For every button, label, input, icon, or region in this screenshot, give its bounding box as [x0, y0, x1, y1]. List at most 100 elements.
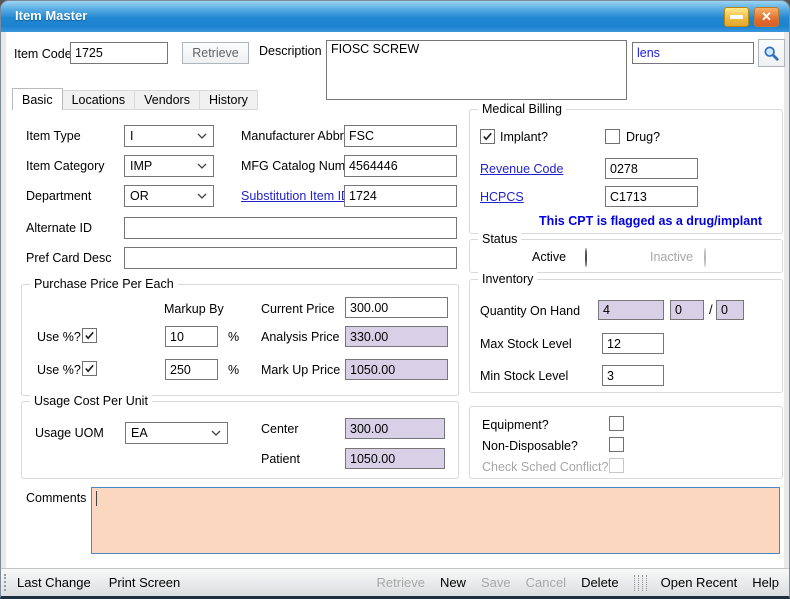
status-group: Status Active Inactive	[469, 239, 783, 273]
implant-checkbox[interactable]	[480, 129, 495, 144]
description-textarea[interactable]: FIOSC SCREW	[326, 40, 627, 100]
titlebar[interactable]: Item Master ✕	[1, 1, 789, 32]
item-category-select[interactable]: IMP	[124, 155, 214, 177]
max-stock-level-label: Max Stock Level	[480, 337, 572, 351]
item-code-label: Item Code	[14, 47, 72, 61]
help-button[interactable]: Help	[752, 575, 779, 590]
magnifier-icon	[763, 45, 780, 62]
equipment-checkbox[interactable]	[609, 416, 624, 431]
tab-strip: Basic Locations Vendors History	[12, 88, 258, 110]
search-input[interactable]	[632, 42, 754, 64]
department-select[interactable]: OR	[124, 185, 214, 207]
chevron-down-icon	[197, 193, 207, 199]
separator-grip	[634, 575, 646, 591]
purchase-price-group: Purchase Price Per Each Markup By Curren…	[21, 284, 459, 396]
patient-label: Patient	[261, 452, 300, 466]
min-stock-level-label: Min Stock Level	[480, 369, 568, 383]
item-type-select[interactable]: I	[124, 125, 214, 147]
item-master-window: Item Master ✕ Item Code Retrieve Descrip…	[0, 0, 790, 599]
drug-checkbox[interactable]	[605, 129, 620, 144]
retrieve-button[interactable]: Retrieve	[182, 42, 249, 64]
statusbar-right: Retrieve New Save Cancel Delete Open Rec…	[377, 575, 789, 591]
open-recent-button[interactable]: Open Recent	[661, 575, 738, 590]
tab-basic[interactable]: Basic	[12, 88, 63, 110]
purchase-price-title: Purchase Price Per Each	[30, 277, 178, 291]
current-price-input[interactable]	[345, 297, 448, 318]
last-change-button[interactable]: Last Change	[17, 575, 91, 590]
delete-button[interactable]: Delete	[581, 575, 619, 590]
status-active-radio[interactable]	[585, 248, 587, 267]
manufacturer-abbrev-label: Manufacturer Abbrev	[241, 129, 357, 143]
patient-cost-field	[345, 448, 445, 469]
min-stock-level-input[interactable]	[602, 365, 664, 386]
quantity-alt-field-1	[670, 300, 704, 320]
inventory-title: Inventory	[478, 272, 537, 286]
alternate-id-label: Alternate ID	[26, 221, 92, 235]
mark-up-price-field	[345, 359, 448, 380]
revenue-code-input[interactable]	[605, 158, 698, 179]
cpt-flag-message: This CPT is flagged as a drug/implant	[539, 214, 762, 228]
use-percent-label-2: Use %?	[37, 363, 81, 377]
hcpcs-input[interactable]	[605, 186, 698, 207]
mfg-catalog-number-input[interactable]	[344, 155, 457, 177]
item-type-value: I	[130, 129, 133, 143]
retrieve-statusbar-button: Retrieve	[377, 575, 425, 590]
analysis-price-label: Analysis Price	[261, 330, 340, 344]
usage-uom-value: EA	[131, 426, 148, 440]
minimize-icon	[730, 15, 743, 19]
tab-vendors[interactable]: Vendors	[135, 90, 200, 110]
department-label: Department	[26, 189, 91, 203]
non-disposable-checkbox[interactable]	[609, 437, 624, 452]
chevron-down-icon	[197, 133, 207, 139]
pref-card-desc-label: Pref Card Desc	[26, 251, 111, 265]
use-percent-checkbox-1[interactable]	[82, 328, 97, 343]
text-caret	[96, 491, 97, 506]
close-button[interactable]: ✕	[754, 7, 779, 27]
markup-by-label: Markup By	[164, 302, 224, 316]
save-button: Save	[481, 575, 511, 590]
usage-uom-select[interactable]: EA	[125, 422, 228, 444]
tab-history[interactable]: History	[200, 90, 258, 110]
equipment-label: Equipment?	[482, 418, 549, 432]
manufacturer-abbrev-input[interactable]	[344, 125, 457, 147]
check-icon	[84, 330, 95, 341]
check-icon	[84, 363, 95, 374]
pref-card-desc-input[interactable]	[124, 247, 457, 269]
check-sched-conflict-checkbox	[609, 458, 624, 473]
item-category-value: IMP	[130, 159, 152, 173]
substitution-item-id-link[interactable]: Substitution Item ID	[241, 189, 350, 203]
implant-label: Implant?	[500, 130, 548, 144]
medical-billing-group: Medical Billing Implant? Drug? Revenue C…	[469, 109, 783, 234]
tab-locations[interactable]: Locations	[63, 90, 136, 110]
new-button[interactable]: New	[440, 575, 466, 590]
usage-uom-label: Usage UOM	[35, 426, 104, 440]
non-disposable-label: Non-Disposable?	[482, 439, 578, 453]
substitution-item-id-input[interactable]	[344, 185, 457, 207]
window-title: Item Master	[15, 8, 87, 23]
inventory-group: Inventory Quantity On Hand / Max Stock L…	[469, 279, 783, 393]
status-active-label: Active	[532, 250, 566, 264]
search-button[interactable]	[758, 39, 785, 67]
markup-percent-input-1[interactable]	[165, 326, 218, 347]
print-screen-button[interactable]: Print Screen	[109, 575, 181, 590]
analysis-price-field	[345, 326, 448, 347]
revenue-code-link[interactable]: Revenue Code	[480, 162, 563, 176]
minimize-button[interactable]	[724, 7, 749, 27]
markup-percent-input-2[interactable]	[165, 359, 218, 380]
current-price-label: Current Price	[261, 302, 335, 316]
hcpcs-link[interactable]: HCPCS	[480, 190, 524, 204]
item-code-input[interactable]	[70, 42, 168, 64]
use-percent-checkbox-2[interactable]	[82, 361, 97, 376]
percent-sign-2: %	[228, 363, 239, 377]
alternate-id-input[interactable]	[124, 217, 457, 239]
quantity-on-hand-field	[598, 300, 664, 320]
status-title: Status	[478, 232, 521, 246]
statusbar: Last Change Print Screen Retrieve New Sa…	[1, 568, 789, 596]
center-cost-field	[345, 418, 445, 439]
max-stock-level-input[interactable]	[602, 333, 664, 354]
comments-textarea[interactable]	[91, 487, 780, 554]
cancel-button: Cancel	[526, 575, 566, 590]
equipment-flags-panel: Equipment? Non-Disposable? Check Sched C…	[469, 406, 783, 479]
mark-up-price-label: Mark Up Price	[261, 363, 340, 377]
status-inactive-label: Inactive	[650, 250, 693, 264]
